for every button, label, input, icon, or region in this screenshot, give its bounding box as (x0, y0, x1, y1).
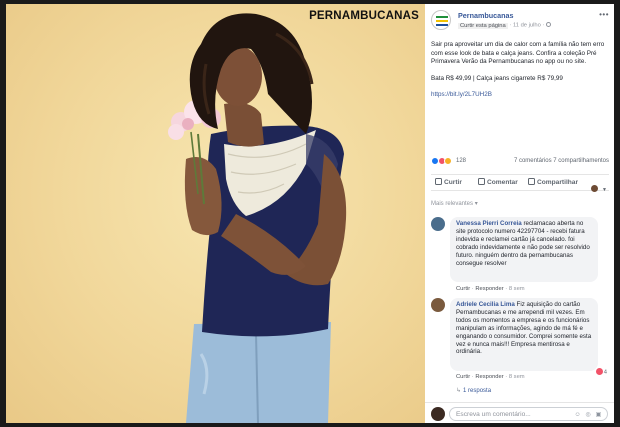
emoji-camera-gif-icons[interactable]: ☺ ◎ ▣ (574, 411, 603, 418)
comment-text: Fiz aquisição do cartão Pernambucanas e … (456, 301, 592, 356)
comment-composer: Escreva um comentário... ☺ ◎ ▣ (425, 402, 614, 423)
comment-time[interactable]: 8 sem (504, 286, 525, 292)
like-page-button[interactable]: Curtir esta página (458, 22, 508, 29)
post-meta: Curtir esta página · 11 de julho · (458, 22, 552, 29)
view-replies-label: 1 resposta (463, 388, 492, 394)
comment-bubble: Adriele Cecilia Lima Fiz aquisição do ca… (450, 298, 598, 371)
chevron-down-icon: ▼ (602, 187, 607, 193)
like-label: Curtir (444, 179, 462, 186)
comments-shares-count[interactable]: 7 comentários 7 compartilhamentos (514, 158, 609, 164)
commenter-avatar[interactable] (431, 298, 445, 312)
comment-links: CurtirResponder8 sem (456, 286, 525, 292)
comment-input[interactable]: Escreva um comentário... ☺ ◎ ▣ (449, 407, 608, 421)
post-actions: Curtir Comentar Compartilhar ▼ (431, 174, 609, 193)
post-body: Sair pra aproveitar um dia de calor com … (431, 41, 609, 108)
like-button[interactable]: Curtir (435, 178, 462, 186)
share-arrow-icon (528, 178, 535, 185)
post-header: Pernambucanas Curtir esta página · 11 de… (431, 10, 609, 36)
post-as-selector[interactable]: ▼ (590, 178, 607, 196)
reaction-icons[interactable] (431, 157, 453, 165)
model-illustration (168, 13, 347, 423)
reply-arrow-icon: ↳ (456, 388, 462, 394)
comment-like-link[interactable]: Curtir (456, 374, 470, 380)
page-name-link[interactable]: Pernambucanas (458, 11, 514, 20)
comment-label: Comentar (487, 179, 518, 186)
post-prices: Bata R$ 49,99 | Calça jeans cigarrete R$… (431, 74, 563, 82)
view-replies-link[interactable]: ↳ 1 resposta (456, 387, 491, 394)
post-date[interactable]: 11 de julho (513, 23, 541, 29)
comment-time[interactable]: 8 sem (504, 374, 525, 380)
wow-reaction-icon (444, 157, 453, 165)
ellipsis-icon[interactable]: ••• (599, 10, 609, 19)
comment-reply-link[interactable]: Responder (470, 374, 504, 380)
share-button[interactable]: Compartilhar (528, 178, 578, 186)
sort-label: Mais relevantes (431, 201, 474, 207)
comment-like-link[interactable]: Curtir (456, 286, 470, 292)
comment-reaction-count: 4 (603, 369, 607, 376)
angry-reaction-icon (595, 368, 603, 375)
page-avatar[interactable] (431, 10, 451, 30)
post-photo[interactable]: PERNAMBUCANAS (6, 4, 425, 423)
reaction-summary: 128 7 comentários 7 compartilhamentos (431, 157, 609, 167)
comment-text: reclamacao aberta no site protocolo nume… (456, 220, 590, 267)
comment-author-link[interactable]: Adriele Cecilia Lima (456, 301, 515, 308)
comment-reactions[interactable]: 4 (595, 368, 607, 376)
post-link[interactable]: https://bit.ly/2L7UH2B (431, 91, 492, 98)
commenter-avatar[interactable] (431, 217, 445, 231)
post-panel: Pernambucanas Curtir esta página · 11 de… (425, 4, 614, 423)
globe-icon (546, 22, 552, 27)
user-avatar-icon (590, 185, 598, 192)
share-label: Compartilhar (537, 179, 579, 186)
speech-bubble-icon (478, 178, 485, 185)
current-user-avatar (431, 407, 445, 421)
comment-input-placeholder: Escreva um comentário... (456, 410, 531, 418)
comment-links: CurtirResponder8 sem (456, 374, 525, 380)
post-paragraph: Sair pra aproveitar um dia de calor com … (431, 41, 605, 65)
thumbs-up-icon (435, 178, 442, 185)
comment-bubble: Vanessa Pierri Correia reclamacao aberta… (450, 217, 598, 282)
comment-sort-selector[interactable]: Mais relevantes ▾ (431, 200, 478, 207)
reaction-count[interactable]: 128 (456, 158, 466, 164)
comment-author-link[interactable]: Vanessa Pierri Correia (456, 220, 522, 227)
comment-reply-link[interactable]: Responder (470, 286, 504, 292)
comment-button[interactable]: Comentar (478, 178, 518, 186)
caret-down-icon: ▾ (474, 201, 478, 207)
brand-watermark: PERNAMBUCANAS (309, 10, 419, 22)
